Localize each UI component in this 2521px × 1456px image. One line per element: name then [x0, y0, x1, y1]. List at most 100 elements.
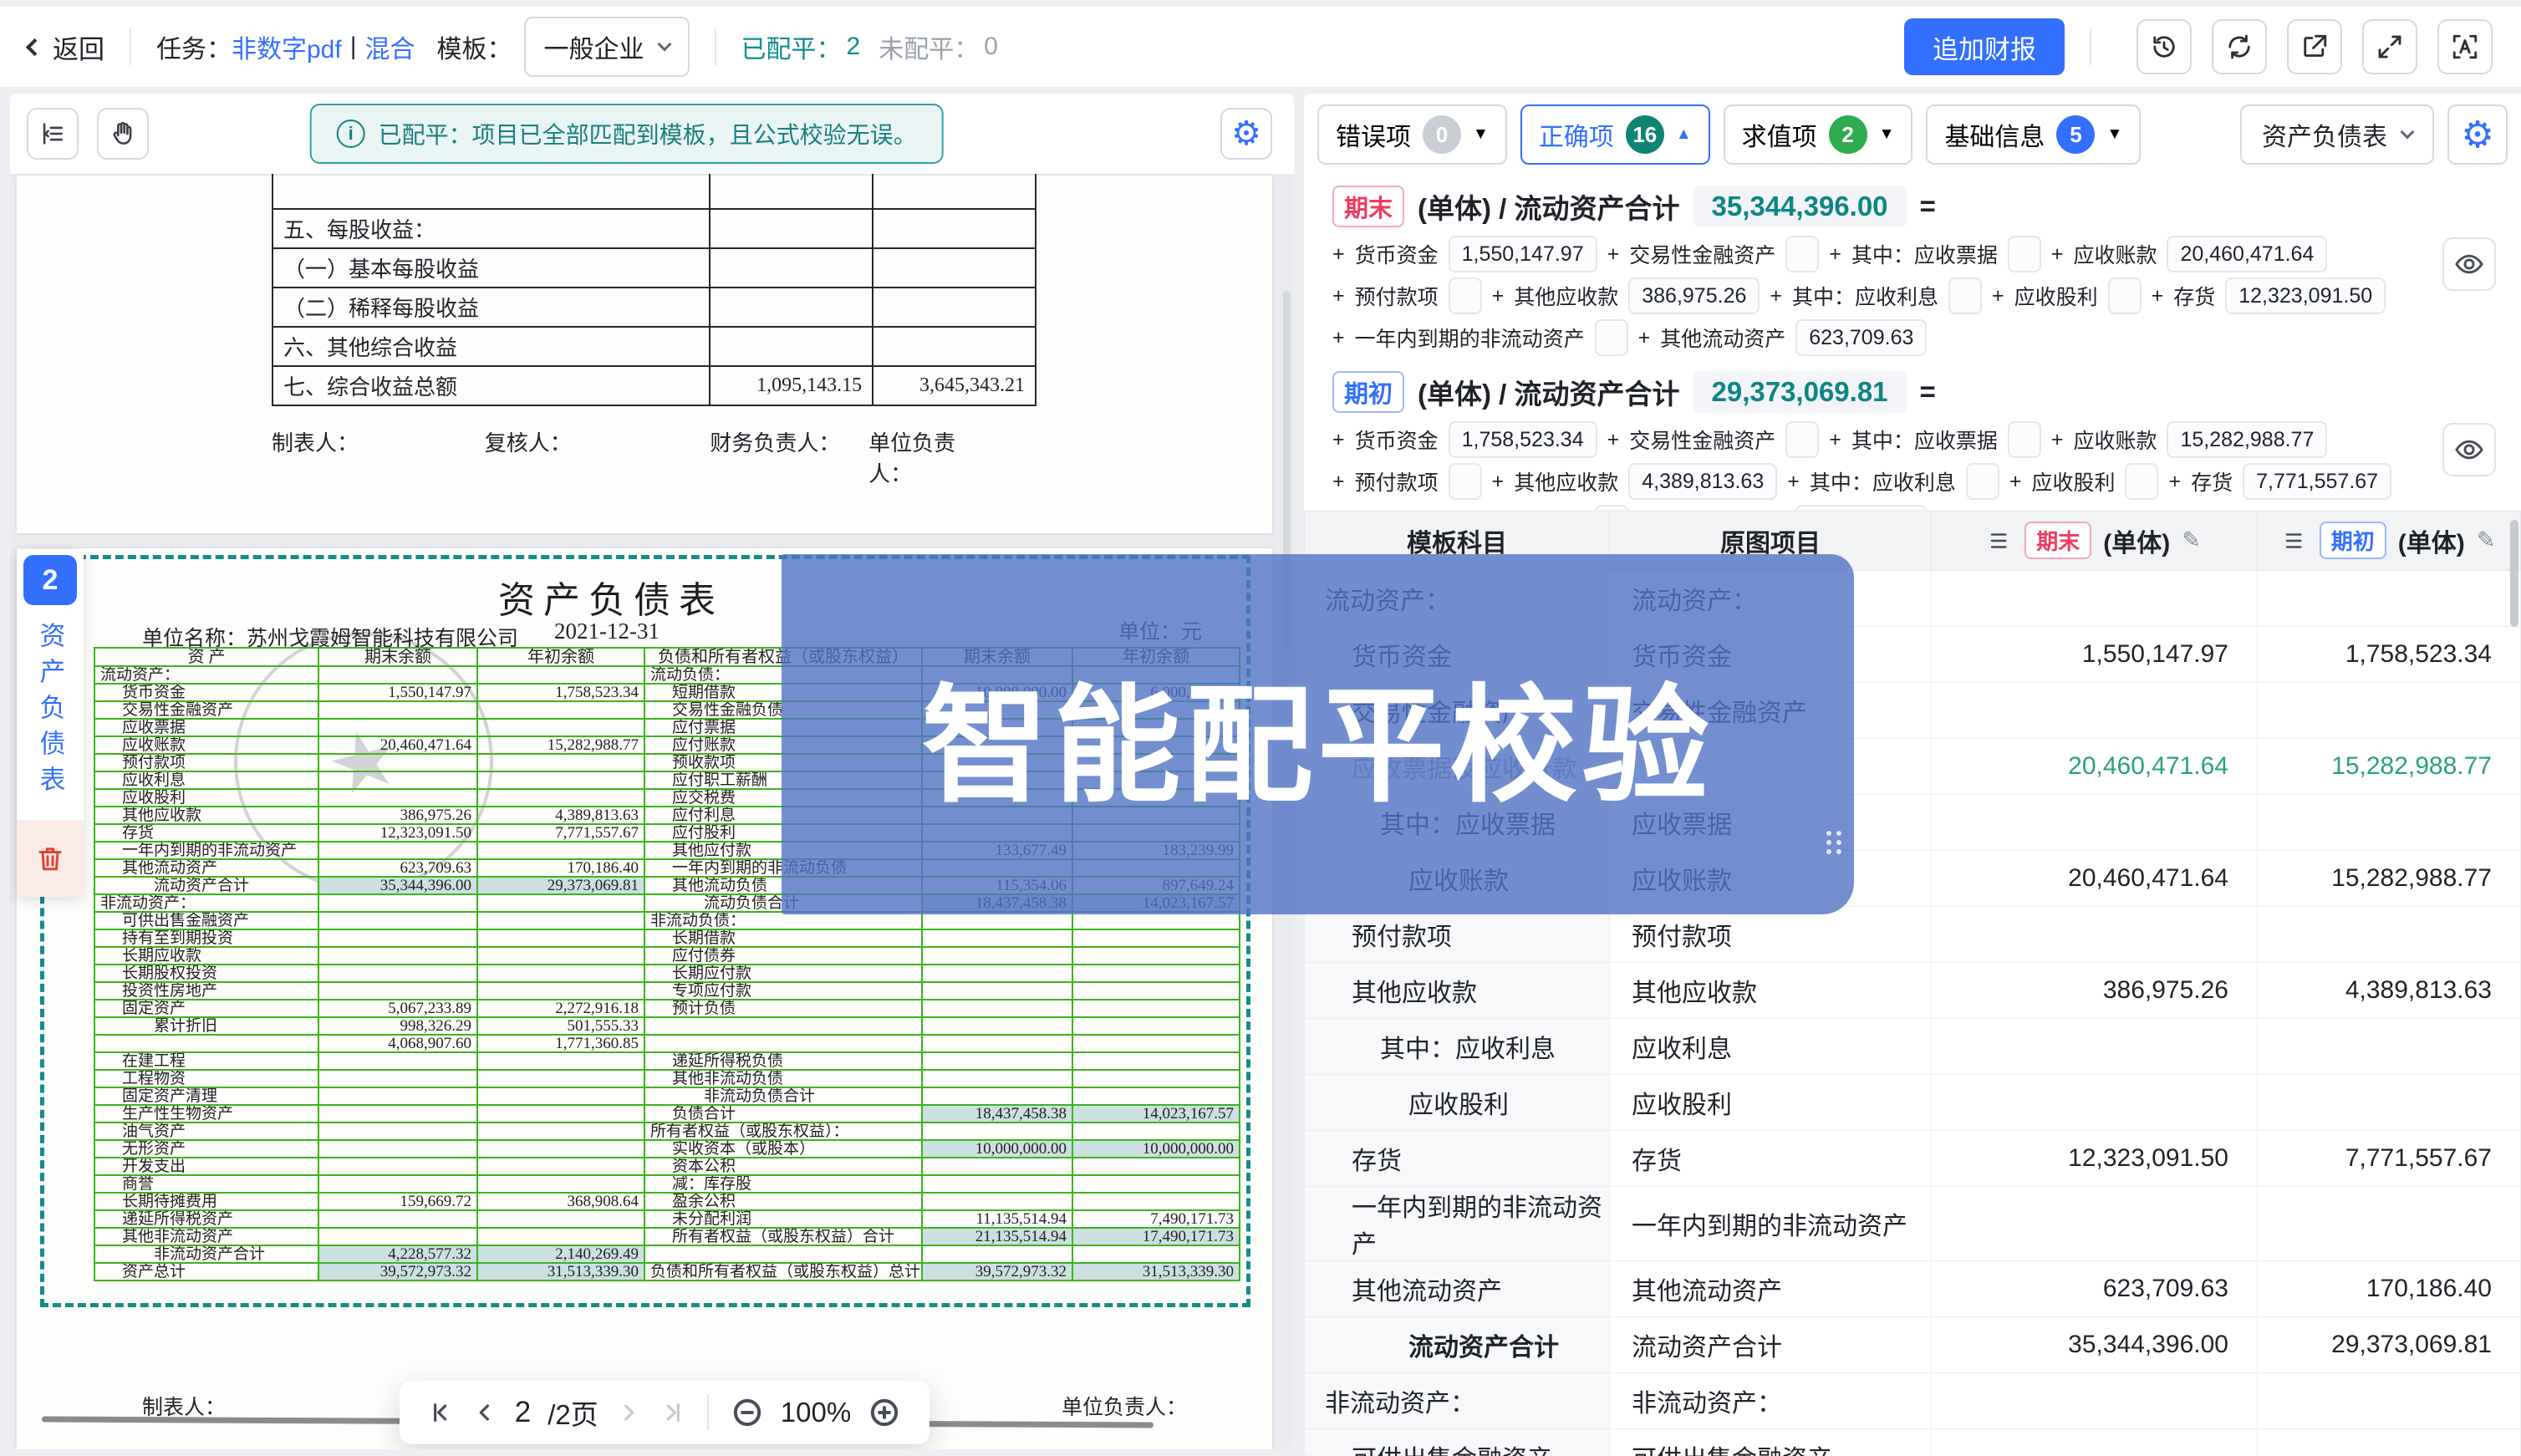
end-value-cell[interactable] — [1932, 570, 2258, 626]
begin-value-cell[interactable]: 29,373,069.81 — [2258, 1316, 2521, 1372]
table-row[interactable]: 一年内到期的非流动资产 一年内到期的非流动资产 — [1305, 1186, 2521, 1260]
begin-value-cell[interactable] — [2258, 682, 2521, 738]
zoom-in-button[interactable] — [868, 1396, 901, 1429]
delete-page-button[interactable] — [17, 820, 84, 897]
begin-value-cell[interactable]: 4,389,813.63 — [2258, 962, 2521, 1018]
fullscreen-button[interactable] — [2362, 19, 2417, 74]
filter-tab[interactable]: 求值项 2 ▼ — [1724, 104, 1913, 165]
end-value-cell[interactable]: 20,460,471.64 — [1932, 850, 2258, 906]
begin-value-cell[interactable] — [2258, 794, 2521, 850]
end-value-cell[interactable] — [1932, 794, 2258, 850]
history-button[interactable] — [2136, 19, 2192, 74]
begin-value-cell[interactable] — [2258, 1372, 2521, 1428]
end-value-cell[interactable] — [1932, 1372, 2258, 1428]
table-row[interactable]: 其他流动资产 其他流动资产 623,709.63 170,186.40 — [1305, 1260, 2521, 1316]
item-value-box[interactable] — [1449, 463, 1482, 500]
table-row[interactable]: 存货 存货 12,323,091.50 7,771,557.67 — [1305, 1130, 2521, 1186]
item-value-box[interactable]: 1,550,147.97 — [1449, 236, 1597, 272]
page-tab[interactable]: 2 资产负债表 — [17, 550, 84, 897]
end-value-cell[interactable]: 623,709.63 — [1932, 1260, 2258, 1316]
item-value-box[interactable] — [2125, 463, 2158, 500]
filter-tab[interactable]: 错误项 0 ▼ — [1317, 104, 1507, 165]
end-value-cell[interactable]: 12,323,091.50 — [1932, 1130, 2258, 1186]
table-row[interactable]: 其中：应收利息 应收利息 — [1305, 1018, 2521, 1074]
begin-value-cell[interactable]: 7,771,557.67 — [2258, 1130, 2521, 1186]
filter-tab[interactable]: 正确项 16 ▲ — [1520, 104, 1710, 165]
item-value-box[interactable]: 20,460,471.64 — [2167, 236, 2327, 272]
table-row[interactable]: 流动资产合计 流动资产合计 35,344,396.00 29,373,069.8… — [1305, 1316, 2521, 1372]
panel-scrollbar[interactable] — [2510, 520, 2518, 627]
item-value-box[interactable]: 1,758,523.34 — [1449, 421, 1597, 458]
item-value-box[interactable] — [1595, 319, 1628, 356]
item-value-box[interactable]: 15,282,988.77 — [2167, 421, 2327, 458]
begin-value-cell[interactable]: 1,758,523.34 — [2258, 626, 2521, 682]
item-value-box[interactable] — [2108, 277, 2142, 314]
end-value-cell[interactable] — [1932, 1186, 2258, 1260]
item-value-box[interactable] — [1449, 277, 1482, 314]
item-value-box[interactable] — [1785, 421, 1819, 458]
item-value-box[interactable]: 7,771,557.67 — [2243, 463, 2391, 500]
item-value-box[interactable]: 4,389,813.63 — [1628, 463, 1777, 500]
hand-tool-button[interactable] — [97, 108, 149, 160]
add-report-button[interactable]: 追加财报 — [1904, 18, 2065, 75]
formula-total-value[interactable]: 29,373,069.81 — [1693, 371, 1907, 413]
begin-value-cell[interactable]: 15,282,988.77 — [2258, 850, 2521, 906]
end-value-cell[interactable] — [1932, 1018, 2258, 1074]
refresh-button[interactable] — [2212, 19, 2267, 74]
item-value-box[interactable] — [2008, 421, 2041, 458]
sheet-select[interactable]: 资产负债表 — [2240, 104, 2434, 165]
begin-value-cell[interactable] — [2258, 1074, 2521, 1130]
end-value-cell[interactable]: 35,344,396.00 — [1932, 1316, 2258, 1372]
begin-value-cell[interactable] — [2258, 570, 2521, 626]
item-value-box[interactable] — [1966, 463, 1999, 500]
end-value-cell[interactable]: 386,975.26 — [1932, 962, 2258, 1018]
export-button[interactable] — [2287, 19, 2342, 74]
item-value-box[interactable] — [1785, 236, 1819, 272]
item-value-box[interactable] — [1948, 277, 1982, 314]
end-value-cell[interactable]: 20,460,471.64 — [1932, 738, 2258, 794]
edit-pencil-icon[interactable]: ✎ — [2182, 527, 2201, 553]
end-value-cell[interactable] — [1932, 682, 2258, 738]
overlay-drag-handle[interactable] — [1826, 831, 1842, 854]
back-button[interactable]: 返回 — [28, 28, 104, 66]
outline-tool-button[interactable] — [27, 108, 79, 160]
next-page-button[interactable] — [615, 1399, 642, 1426]
end-value-cell[interactable]: 1,550,147.97 — [1932, 626, 2258, 682]
item-value-box[interactable] — [2008, 236, 2041, 272]
begin-value-cell[interactable]: 15,282,988.77 — [2258, 738, 2521, 794]
edit-pencil-icon[interactable]: ✎ — [2477, 527, 2496, 553]
table-row[interactable]: 预付款项 预付款项 — [1305, 906, 2521, 962]
table-row[interactable]: 其他应收款 其他应收款 386,975.26 4,389,813.63 — [1305, 962, 2521, 1018]
table-row[interactable]: 可供出售金融资产 可供出售金融资产 — [1305, 1428, 2521, 1456]
table-row[interactable]: 应收股利 应收股利 — [1305, 1074, 2521, 1130]
formula-settings-button[interactable]: ⚙ — [2447, 104, 2508, 165]
first-page-button[interactable] — [428, 1399, 455, 1426]
current-page[interactable]: 2 — [515, 1396, 531, 1429]
list-icon[interactable] — [2283, 528, 2308, 553]
filter-tab[interactable]: 基础信息 5 ▼ — [1926, 104, 2141, 165]
formula-total-value[interactable]: 35,344,396.00 — [1693, 186, 1907, 227]
begin-value-cell[interactable] — [2258, 1186, 2521, 1260]
table-row[interactable]: 非流动资产： 非流动资产： — [1305, 1372, 2521, 1428]
begin-value-cell[interactable] — [2258, 1018, 2521, 1074]
begin-value-cell[interactable] — [2258, 1428, 2521, 1456]
prev-page-button[interactable] — [471, 1399, 498, 1426]
task-mode-link[interactable]: 混合 — [365, 28, 415, 65]
task-type-link[interactable]: 非数字pdf — [232, 28, 342, 65]
last-page-button[interactable] — [659, 1399, 685, 1426]
locate-on-document-button[interactable] — [2442, 237, 2496, 291]
list-icon[interactable] — [1988, 528, 2013, 553]
text-recognition-button[interactable] — [2437, 19, 2493, 74]
recognition-settings-button[interactable]: ⚙ — [1220, 108, 1272, 160]
end-value-cell[interactable] — [1932, 1428, 2258, 1456]
zoom-out-button[interactable] — [731, 1396, 764, 1429]
item-value-box[interactable]: 623,709.63 — [1795, 319, 1927, 356]
end-value-cell[interactable] — [1932, 906, 2258, 962]
end-value-cell[interactable] — [1932, 1074, 2258, 1130]
item-value-box[interactable]: 386,975.26 — [1628, 277, 1760, 314]
begin-value-cell[interactable] — [2258, 906, 2521, 962]
item-value-box[interactable]: 12,323,091.50 — [2225, 277, 2386, 314]
locate-on-document-button[interactable] — [2442, 423, 2496, 476]
begin-value-cell[interactable]: 170,186.40 — [2258, 1260, 2521, 1316]
template-select[interactable]: 一般企业 — [524, 17, 690, 77]
